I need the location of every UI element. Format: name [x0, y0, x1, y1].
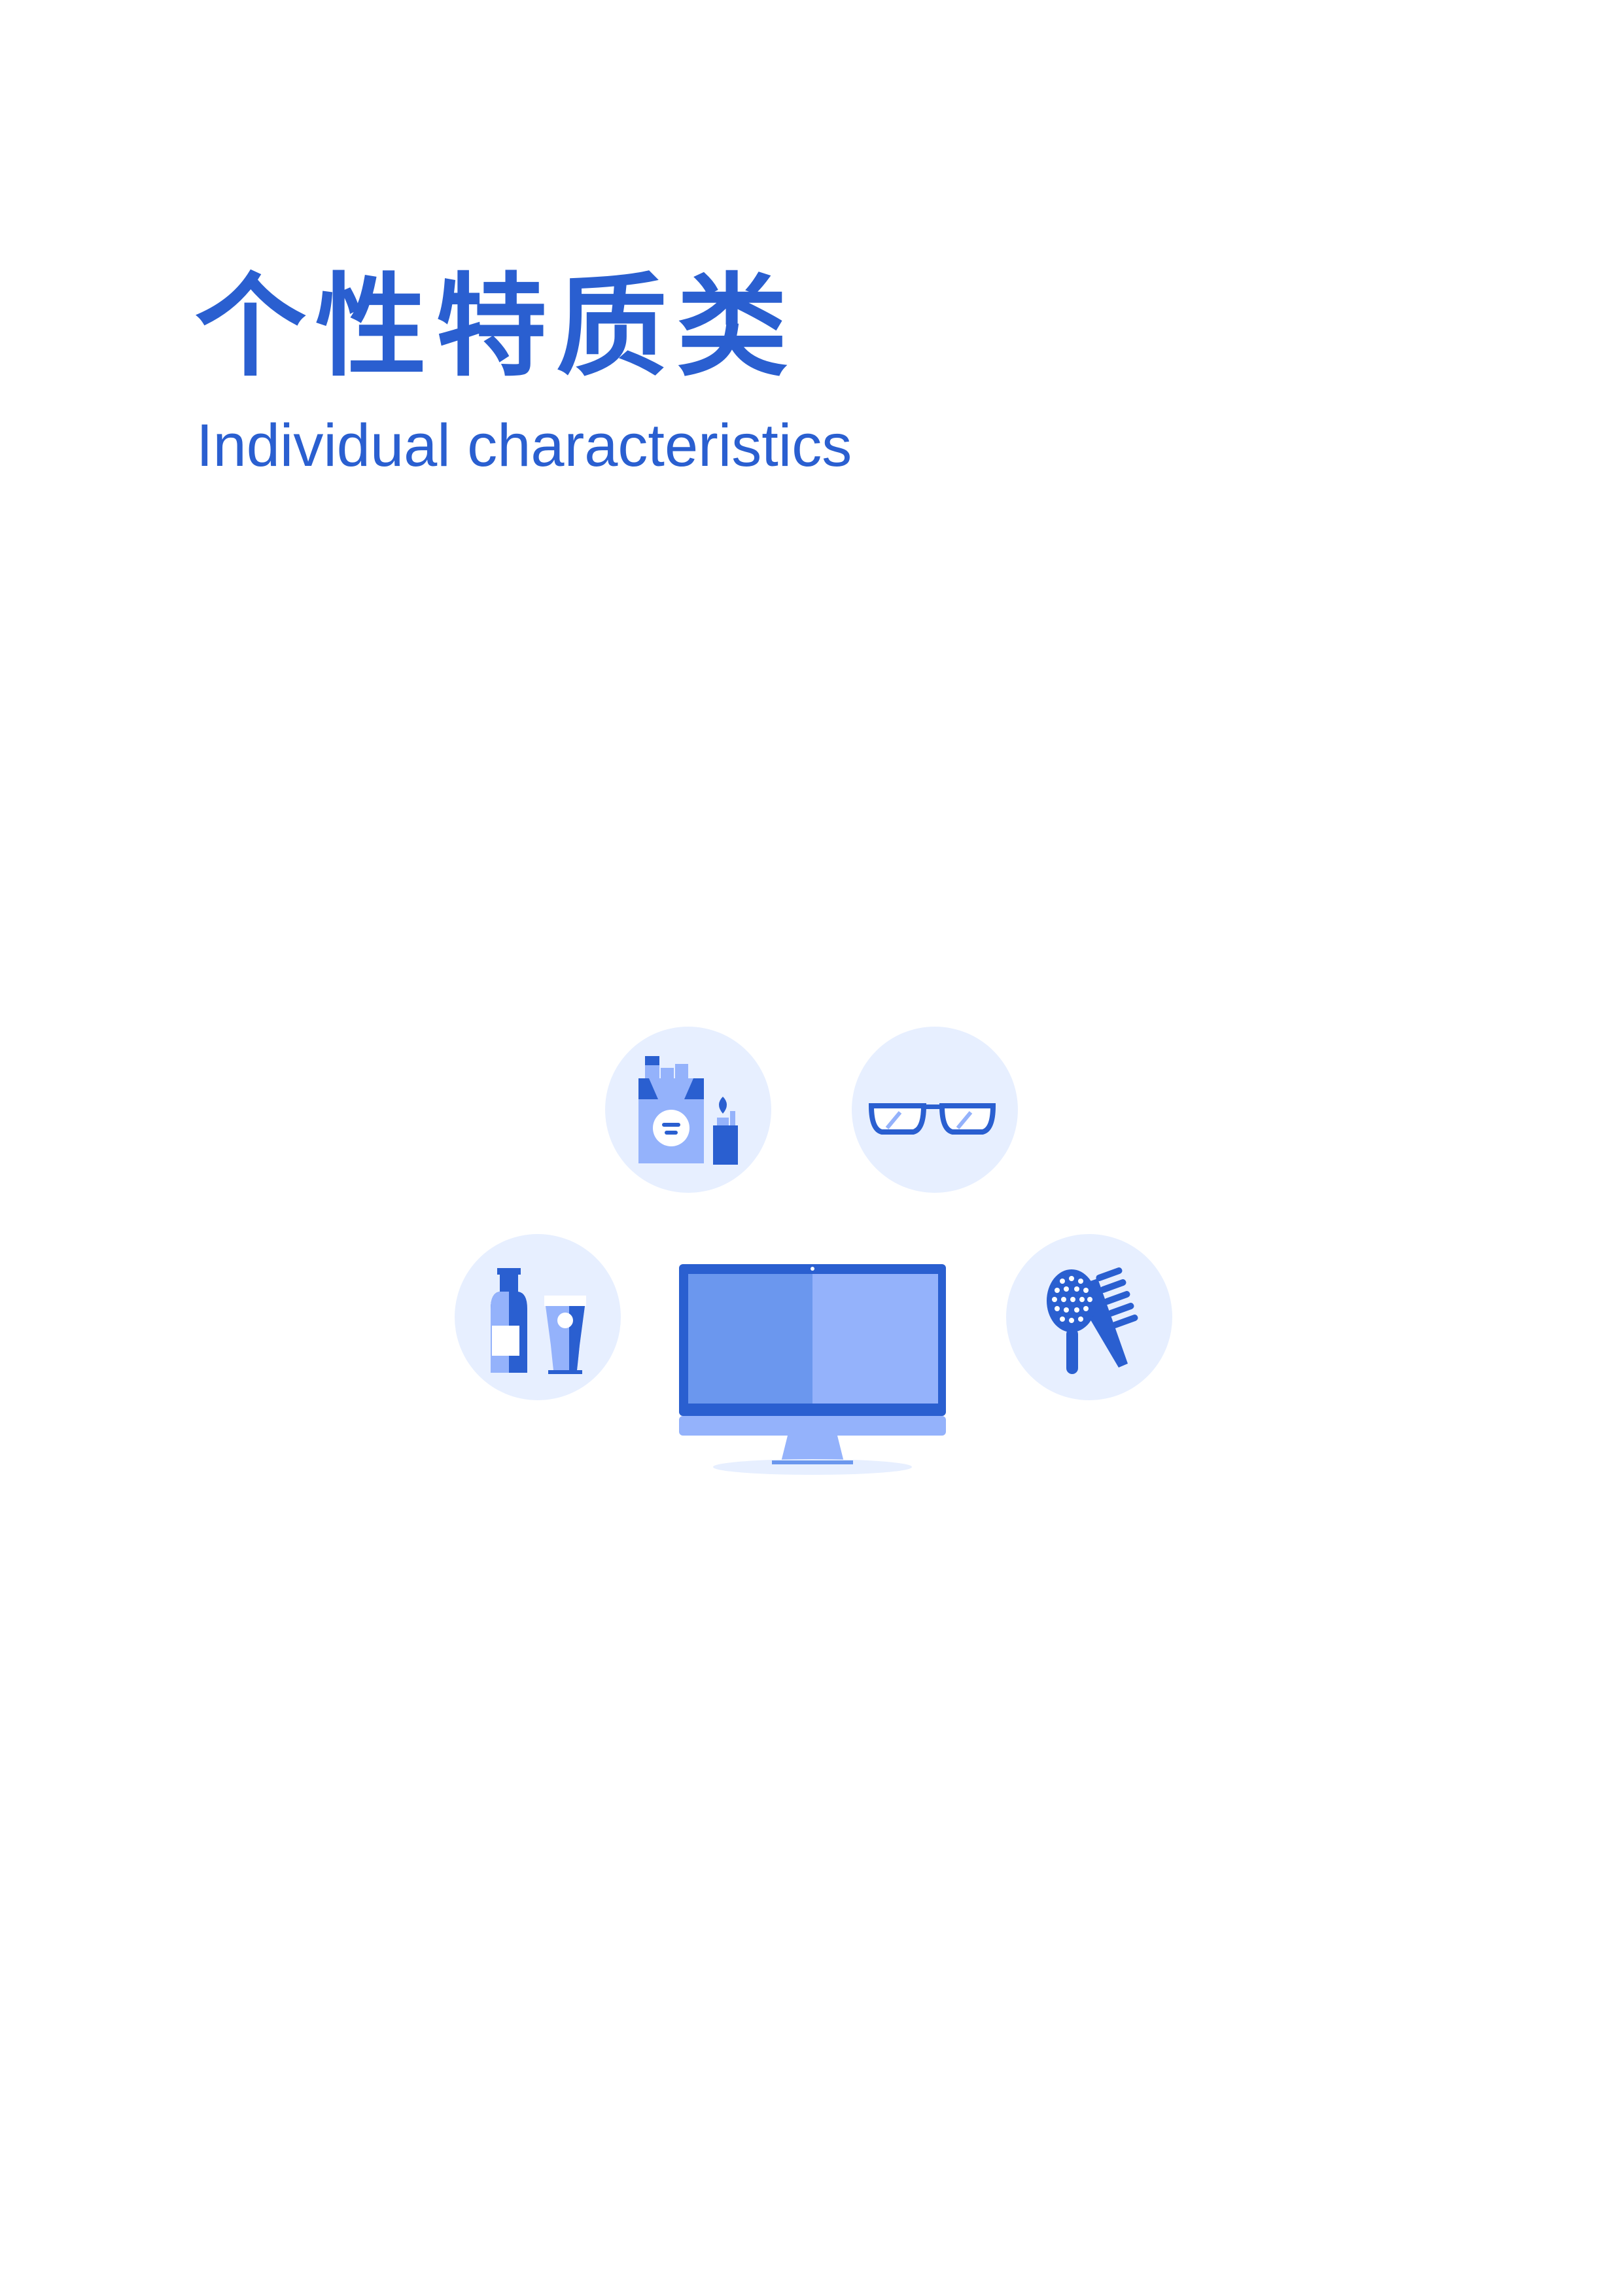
bottle-beer-icon: [455, 1234, 621, 1400]
comb-brush-icon: [1006, 1234, 1172, 1400]
glasses-icon: [852, 1027, 1018, 1193]
characteristics-illustration: [445, 1021, 1178, 1518]
cigarettes-lighter-icon: [605, 1027, 771, 1193]
page-title: 个性特质类: [195, 262, 797, 392]
page-subtitle: Individual characteristics: [196, 412, 852, 479]
computer-monitor-icon: [679, 1264, 946, 1475]
